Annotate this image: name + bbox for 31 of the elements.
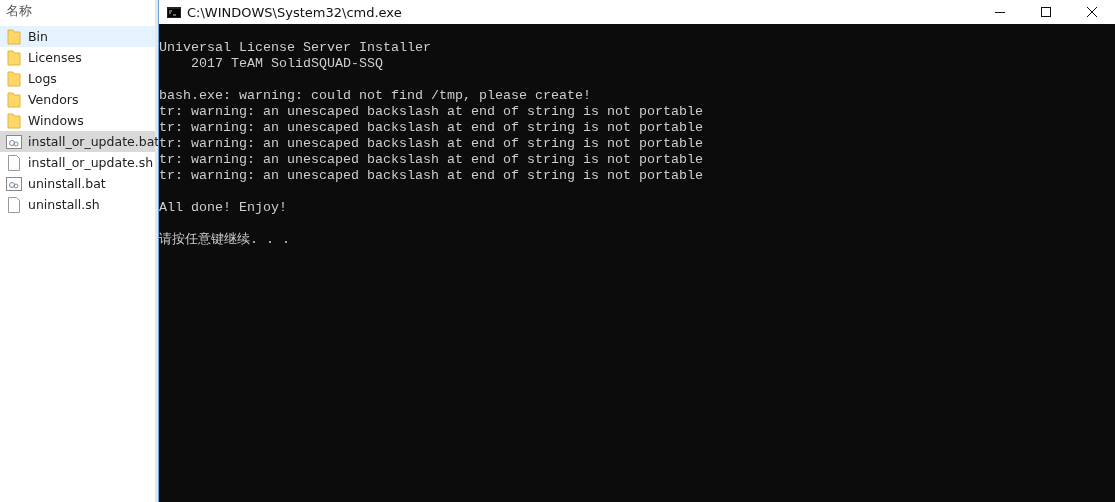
file-icon [8,196,20,213]
console-line: 请按任意键继续. . . [159,232,291,248]
folder-icon [7,28,21,45]
column-header[interactable]: 名称 [6,3,32,18]
folder-icon [7,91,21,108]
close-icon [1086,6,1098,18]
folder-icon [7,49,21,66]
file-item[interactable]: Bin [0,26,155,47]
file-item[interactable]: install_or_update.sh [0,152,155,173]
file-item[interactable]: Licenses [0,47,155,68]
gears-file-icon [6,176,22,191]
folder-icon [7,112,21,129]
file-icon [8,154,20,171]
console-line: tr: warning: an unescaped backslash at end of string is not portable [159,168,704,184]
console-line: tr: warning: an unescaped backslash at end of string is not portable [159,152,704,168]
window-title: C:\WINDOWS\System32\cmd.exe [187,4,403,20]
file-item[interactable]: Vendors [0,89,155,110]
file-item[interactable]: Windows [0,110,155,131]
console-line: bash.exe: warning: could not find /tmp, please create! [159,88,592,104]
console-icon [167,6,181,18]
file-item[interactable]: uninstall.sh [0,194,155,215]
file-item[interactable]: Logs [0,68,155,89]
console-line: tr: warning: an unescaped backslash at end of string is not portable [159,120,704,136]
console-line: Universal License Server Installer [159,40,432,56]
console-line: 2017 TeAM SolidSQUAD-SSQ [190,56,384,72]
console-line: tr: warning: an unescaped backslash at end of string is not portable [159,104,704,120]
maximize-icon [1040,6,1052,18]
folder-icon [7,70,21,87]
file-item[interactable]: uninstall.bat [0,173,155,194]
console-line: All done! Enjoy! [159,200,288,216]
gears-file-icon [6,134,22,149]
